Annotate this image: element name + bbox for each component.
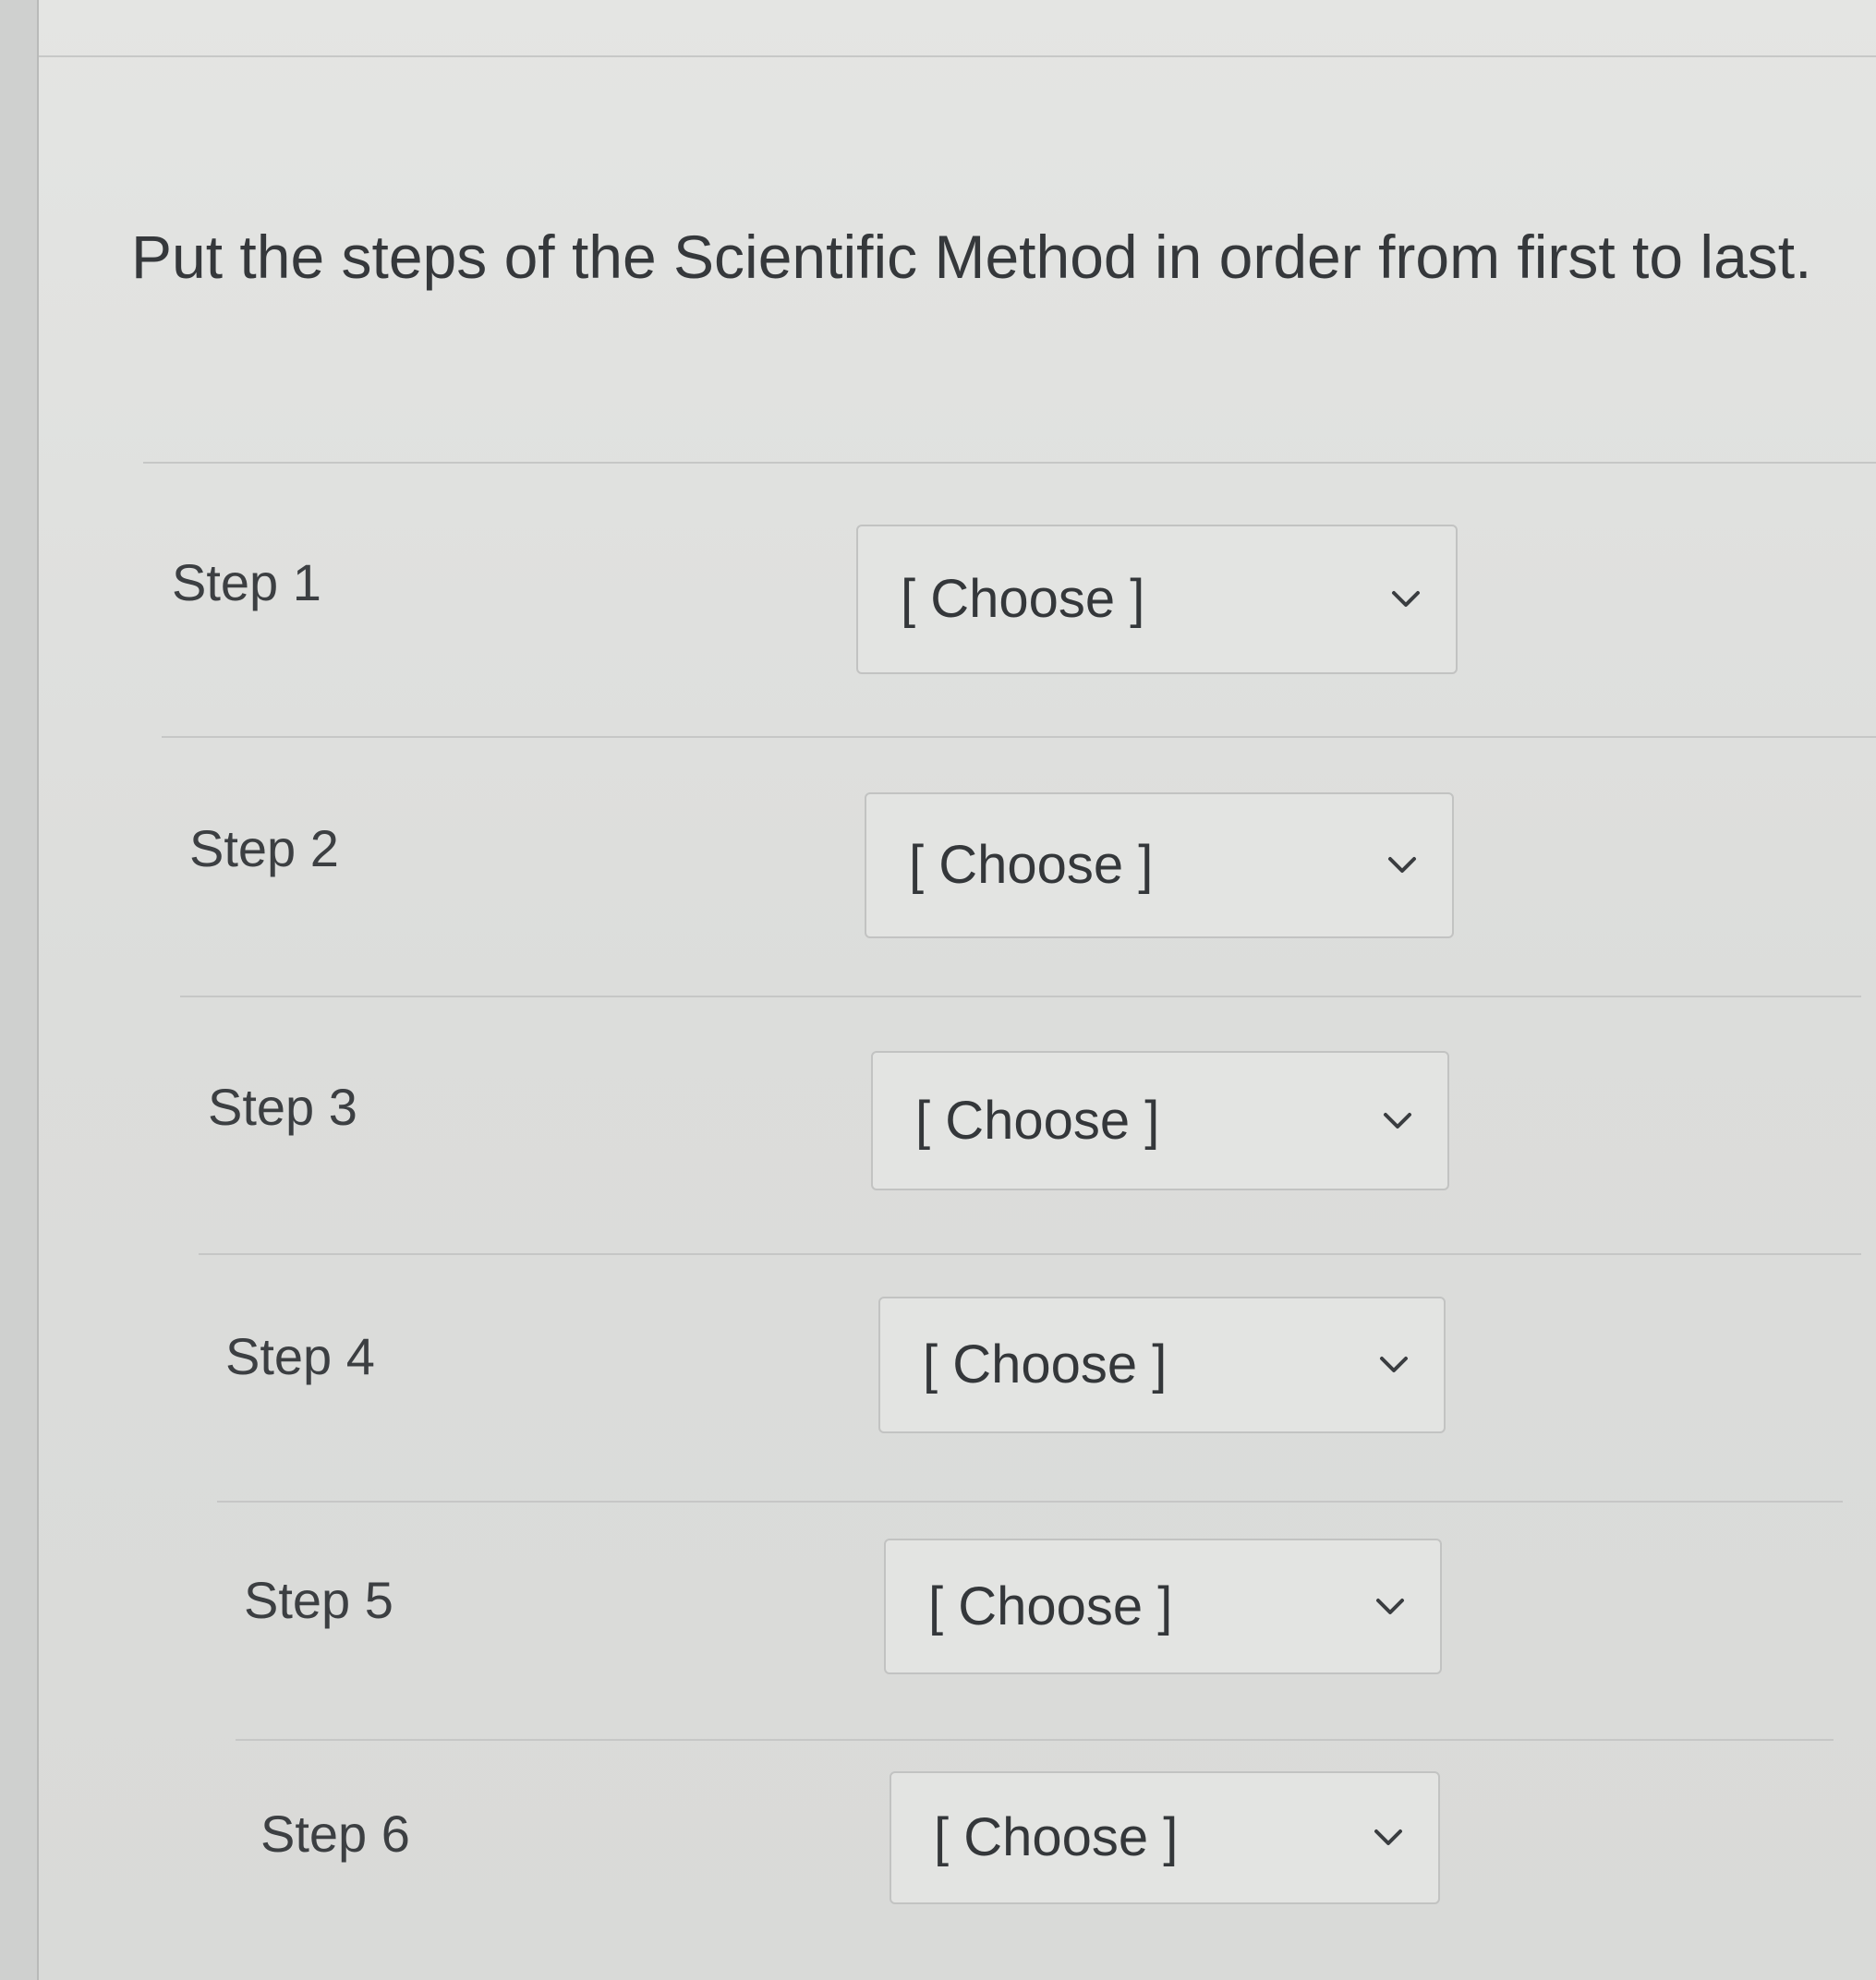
question-text: Put the steps of the Scientific Method i… (131, 223, 1812, 291)
step-2-select[interactable]: [ Choose ] (865, 792, 1454, 938)
row-divider (236, 1739, 1834, 1741)
step-3-select[interactable]: [ Choose ] (871, 1051, 1449, 1190)
row-divider (180, 996, 1861, 997)
step-4-label: Step 4 (225, 1327, 375, 1385)
step-2-select-value: [ Choose ] (909, 835, 1154, 895)
step-6-select-value: [ Choose ] (934, 1807, 1179, 1867)
row-divider (143, 462, 1876, 464)
step-4-select[interactable]: [ Choose ] (878, 1297, 1446, 1433)
step-3-label: Step 3 (208, 1078, 357, 1136)
row-divider (162, 736, 1876, 738)
step-1-label: Step 1 (172, 553, 321, 611)
top-divider (39, 55, 1876, 57)
step-6-label: Step 6 (260, 1805, 410, 1863)
step-5-label: Step 5 (244, 1571, 393, 1629)
chevron-down-icon (1376, 1598, 1404, 1614)
left-margin (0, 0, 39, 1980)
chevron-down-icon (1388, 857, 1416, 873)
chevron-down-icon (1384, 1112, 1411, 1129)
step-5-select-value: [ Choose ] (928, 1576, 1173, 1636)
step-1-select[interactable]: [ Choose ] (856, 525, 1458, 674)
step-5-select[interactable]: [ Choose ] (884, 1539, 1442, 1674)
chevron-down-icon (1392, 591, 1420, 607)
step-4-select-value: [ Choose ] (923, 1334, 1168, 1394)
quiz-question-panel (39, 0, 1876, 1980)
step-6-select[interactable]: [ Choose ] (890, 1771, 1440, 1904)
row-divider (217, 1501, 1843, 1503)
step-3-select-value: [ Choose ] (915, 1090, 1160, 1151)
row-divider (199, 1253, 1861, 1255)
chevron-down-icon (1374, 1829, 1402, 1845)
step-1-select-value: [ Choose ] (901, 569, 1145, 629)
step-2-label: Step 2 (189, 819, 339, 877)
chevron-down-icon (1380, 1357, 1408, 1372)
